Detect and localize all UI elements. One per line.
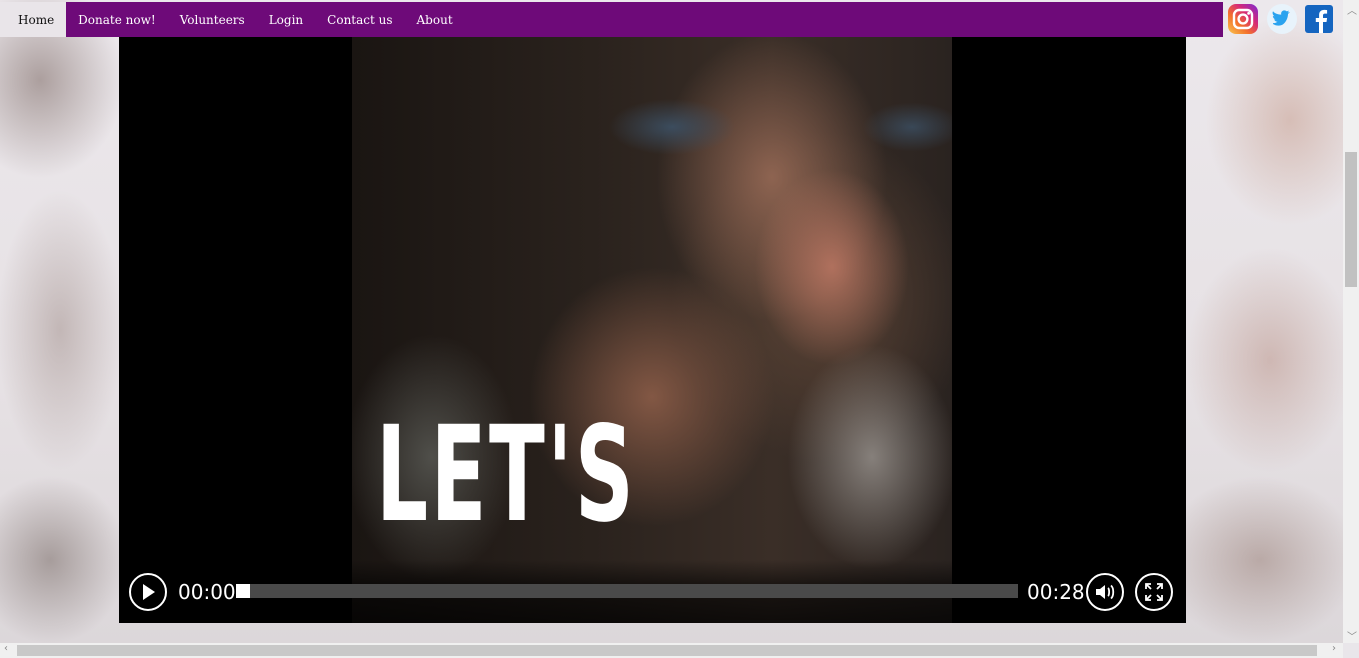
nav-about[interactable]: About <box>405 2 465 37</box>
poster-text: LET'S <box>376 398 637 552</box>
scroll-up-arrow-icon[interactable]: ︿ <box>1347 2 1357 17</box>
nav-login[interactable]: Login <box>257 2 315 37</box>
volume-icon <box>1096 584 1115 600</box>
fullscreen-button[interactable] <box>1135 573 1173 611</box>
play-icon <box>143 584 155 600</box>
nav-donate-now[interactable]: Donate now! <box>66 2 168 37</box>
volume-button[interactable] <box>1086 573 1124 611</box>
twitter-icon[interactable] <box>1264 2 1300 36</box>
instagram-icon[interactable] <box>1226 2 1260 36</box>
vertical-scrollbar-thumb[interactable] <box>1345 152 1357 287</box>
scroll-down-arrow-icon[interactable]: ﹀ <box>1347 628 1357 643</box>
nav-volunteers[interactable]: Volunteers <box>168 2 257 37</box>
current-time: 00:00 <box>178 580 236 604</box>
horizontal-scrollbar-thumb[interactable] <box>17 645 1317 656</box>
main-navbar: Home Donate now! Volunteers Login Contac… <box>0 2 1223 37</box>
facebook-icon[interactable] <box>1303 2 1335 36</box>
fullscreen-icon <box>1145 583 1163 601</box>
video-poster-image: LET'S <box>352 37 952 623</box>
nav-home[interactable]: Home <box>0 2 67 37</box>
seek-thumb[interactable] <box>236 584 250 598</box>
scroll-right-arrow-icon[interactable]: › <box>1332 643 1336 654</box>
play-button[interactable] <box>129 573 167 611</box>
seek-bar[interactable] <box>236 584 1018 598</box>
video-player[interactable]: LET'S 00:00 00:28 <box>119 37 1186 623</box>
duration-time: 00:28 <box>1027 580 1085 604</box>
vertical-scrollbar[interactable] <box>1343 0 1359 643</box>
video-controls-bar: 00:00 00:28 <box>119 560 1186 623</box>
nav-contact-us[interactable]: Contact us <box>315 2 404 37</box>
scroll-left-arrow-icon[interactable]: ‹ <box>4 643 8 654</box>
